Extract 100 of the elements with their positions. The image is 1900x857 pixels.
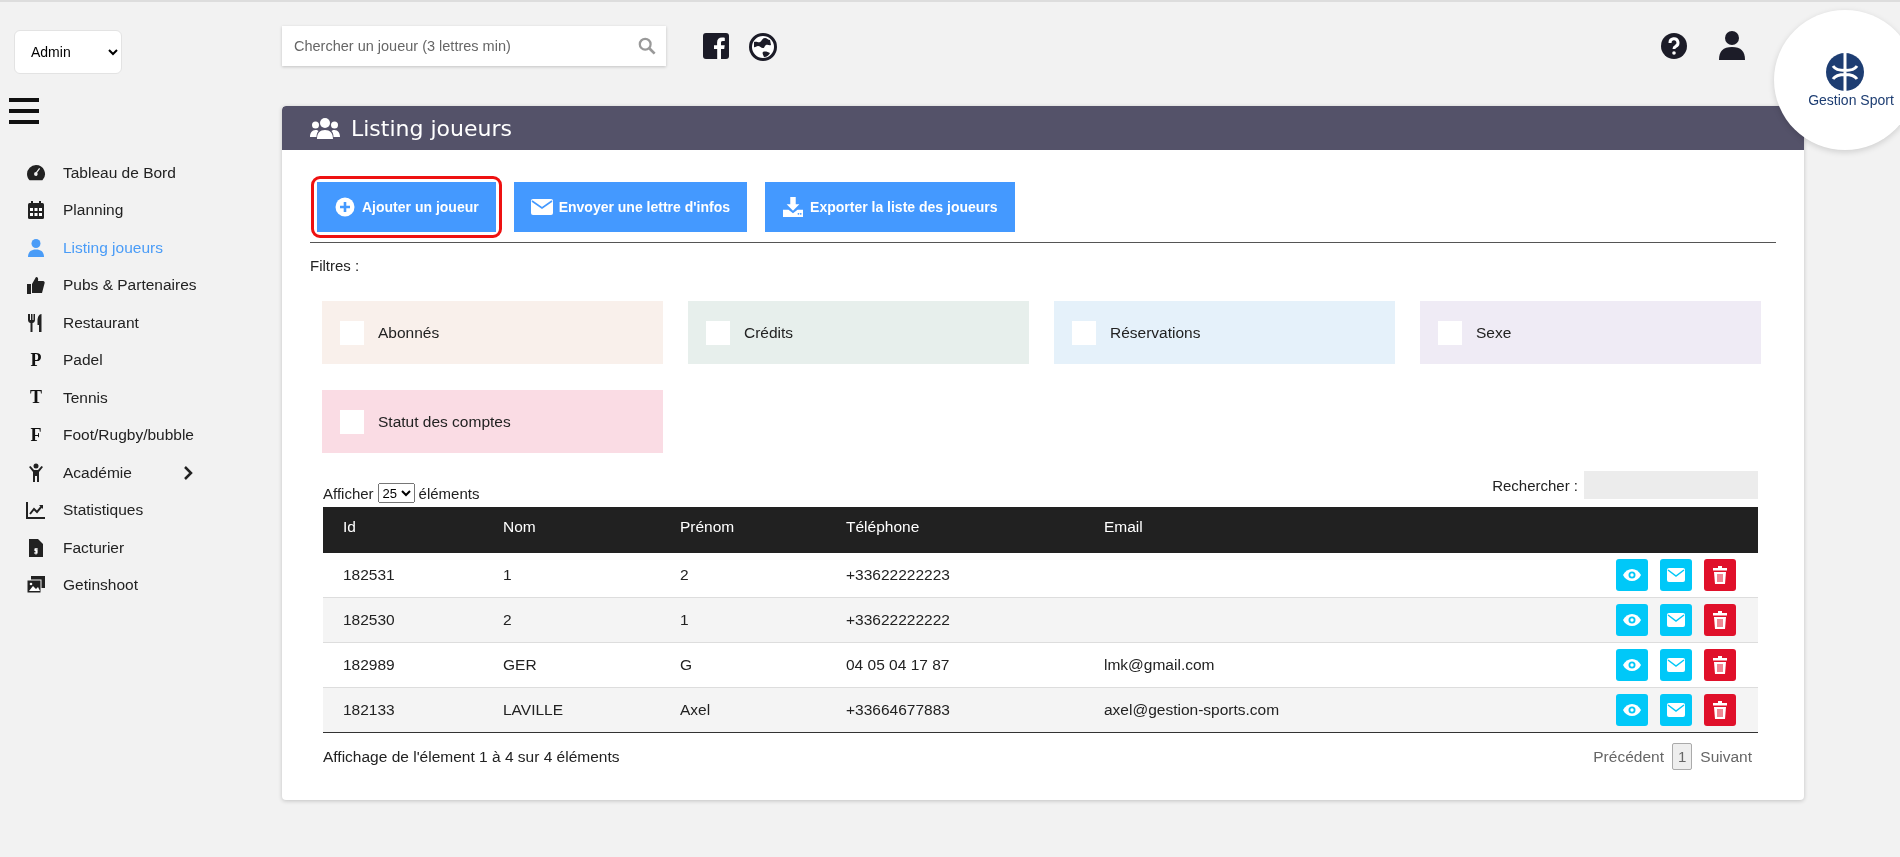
view-button[interactable] (1616, 559, 1648, 591)
search-field[interactable]: Chercher un joueur (3 lettres min) (282, 26, 666, 66)
delete-button[interactable] (1704, 604, 1736, 636)
thumbs-up-icon (26, 275, 46, 296)
eye-icon (1622, 701, 1642, 719)
trash-icon (1710, 656, 1730, 674)
column-header[interactable]: Prénom (660, 507, 826, 553)
trash-icon (1710, 566, 1730, 584)
delete-button[interactable] (1704, 559, 1736, 591)
view-button[interactable] (1616, 604, 1648, 636)
table-cell: lmk@gmail.com (1104, 656, 1215, 673)
sidebar-item[interactable]: T Tennis (0, 379, 282, 417)
table-cell: GER (503, 656, 537, 673)
calendar-icon (26, 200, 46, 221)
line-chart-icon (26, 500, 46, 521)
logo[interactable]: Gestion Sport (1774, 10, 1900, 150)
search-icon[interactable] (638, 37, 656, 55)
table-cell: +33622222222 (846, 611, 950, 628)
sidebar-item[interactable]: Tableau de Bord (0, 154, 282, 192)
help-icon[interactable] (1660, 32, 1688, 60)
column-header[interactable]: Id (323, 507, 483, 553)
table-cell: +33622222223 (846, 566, 950, 583)
logo-text: Gestion Sport (1808, 92, 1894, 108)
page-length-select[interactable]: 25 (377, 483, 415, 503)
table-cell: Axel (680, 701, 711, 718)
table-cell: G (680, 656, 693, 673)
sidebar-item[interactable]: Restaurant (0, 304, 282, 342)
table-cell: 2 (680, 566, 689, 583)
email-button[interactable] (1660, 604, 1692, 636)
envelope-icon (1666, 701, 1686, 719)
eye-icon (1622, 566, 1642, 584)
table-cell: 1 (680, 611, 689, 628)
previous-link[interactable]: Précédent (1593, 747, 1664, 766)
trash-icon (1710, 611, 1730, 629)
user-icon (26, 237, 46, 258)
sidebar-item[interactable]: Facturier (0, 529, 282, 567)
filters-label: Filtres : (310, 257, 360, 274)
letter-icon: T (30, 387, 42, 409)
sidebar-item[interactable]: Planning (0, 191, 282, 229)
table-info: Affichage de l'élement 1 à 4 sur 4 éléments (323, 747, 620, 766)
table-cell: 182530 (343, 611, 395, 628)
email-button[interactable] (1660, 694, 1692, 726)
column-header[interactable]: Email (1084, 507, 1453, 553)
sidebar-item[interactable]: Académie (0, 454, 282, 492)
letter-icon: F (30, 424, 42, 446)
sidebar-item[interactable]: Pubs & Partenaires (0, 266, 282, 304)
trash-icon (1710, 701, 1730, 719)
filter-option[interactable]: Statut des comptes (322, 390, 663, 453)
column-header[interactable]: Nom (483, 507, 660, 553)
role-select[interactable]: Admin (14, 30, 122, 74)
table-cell: 2 (503, 611, 512, 628)
view-button[interactable] (1616, 649, 1648, 681)
user-icon[interactable] (1718, 30, 1746, 60)
table-cell: 1 (503, 566, 512, 583)
page-number[interactable]: 1 (1671, 743, 1693, 770)
envelope-icon (1666, 566, 1686, 584)
facebook-icon[interactable] (703, 33, 729, 59)
envelope-icon (530, 197, 553, 217)
sidebar-item[interactable]: Getinshoot (0, 566, 282, 604)
email-button[interactable] (1660, 559, 1692, 591)
email-button[interactable] (1660, 649, 1692, 681)
sidebar-item[interactable]: P Padel (0, 341, 282, 379)
envelope-icon (1666, 611, 1686, 629)
table-cell: 182133 (343, 701, 395, 718)
view-button[interactable] (1616, 694, 1648, 726)
table-cell: axel@gestion-sports.com (1104, 701, 1280, 718)
checkbox[interactable] (340, 409, 364, 434)
search-label: Rechercher : (1492, 476, 1578, 494)
users-icon (310, 117, 340, 139)
plus-circle-icon (334, 197, 356, 217)
table-cell: 182531 (343, 566, 395, 583)
table-cell: 04 05 04 17 87 (846, 656, 950, 673)
panel-title: Listing joueurs (351, 115, 512, 141)
envelope-icon (1666, 656, 1686, 674)
checkbox[interactable] (706, 320, 730, 345)
menu-icon[interactable] (9, 98, 39, 124)
globe-icon[interactable] (749, 33, 777, 61)
checkbox[interactable] (1072, 320, 1096, 345)
delete-button[interactable] (1704, 694, 1736, 726)
invoice-icon (26, 537, 46, 558)
table-cell: 182989 (343, 656, 395, 673)
filter-option[interactable]: Abonnés (322, 301, 663, 364)
pictures-icon (26, 575, 46, 596)
filter-option[interactable]: Sexe (1420, 301, 1761, 364)
download-icon (782, 197, 805, 217)
eye-icon (1622, 611, 1642, 629)
filter-option[interactable]: Crédits (688, 301, 1029, 364)
gauge-icon (26, 162, 46, 183)
next-link[interactable]: Suivant (1700, 747, 1752, 766)
delete-button[interactable] (1704, 649, 1736, 681)
logo-mark-icon (1825, 52, 1865, 92)
sidebar-item[interactable]: Statistiques (0, 491, 282, 529)
sidebar-item[interactable]: F Foot/Rugby/bubble (0, 416, 282, 454)
eye-icon (1622, 656, 1642, 674)
show-label: Afficher (323, 484, 374, 502)
child-figure-icon (26, 462, 46, 483)
filter-option[interactable]: Réservations (1054, 301, 1395, 364)
column-header[interactable]: Téléphone (826, 507, 1084, 553)
table-cell: LAVILLE (503, 701, 564, 718)
letter-icon: P (30, 349, 42, 371)
